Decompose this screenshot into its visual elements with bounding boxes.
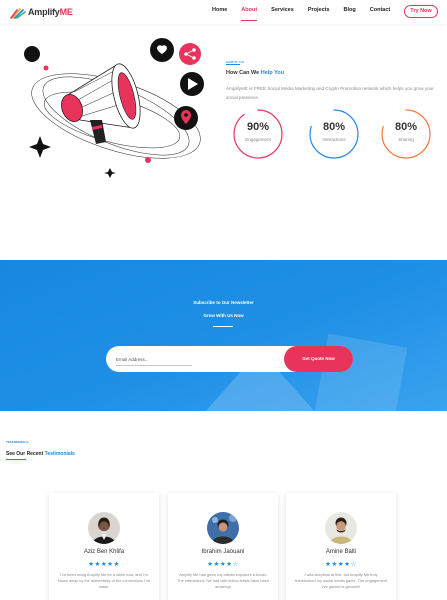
testimonial-name: Amine Balti xyxy=(325,549,357,555)
testimonial-text: Amplify Me has given my artistic exposur… xyxy=(176,572,269,589)
stat-label: Sharing xyxy=(398,137,414,142)
avatar xyxy=(325,512,357,544)
nav-link-about[interactable]: About xyxy=(241,7,257,21)
testimonial-card: Amine Balti ★★★★☆ I was skeptical at fir… xyxy=(286,493,396,600)
nav-link-services[interactable]: Services xyxy=(271,7,294,13)
nav-links: Home About Services Projects Blog Contac… xyxy=(212,7,404,21)
avatar xyxy=(88,512,120,544)
testimonial-card: Aziz Ben Khlifa ★★★★★ I've been using Am… xyxy=(49,493,159,600)
stat-sharing: 80% Sharing xyxy=(380,108,432,160)
testimonial-card: Ibrahim Jaouani ★★★★☆ Amplify Me has giv… xyxy=(168,493,278,600)
nav-link-home[interactable]: Home xyxy=(212,7,227,13)
stat-value: 80% xyxy=(394,121,418,133)
navbar: AmplifyME Home About Services Projects B… xyxy=(0,0,447,24)
testimonial-name: Ibrahim Jaouani xyxy=(201,549,245,555)
testimonial-text: I was skeptical at first, but Amplify Me… xyxy=(294,572,388,589)
stat-ring-interactions xyxy=(309,109,359,159)
get-quote-button[interactable]: Get Quote Now xyxy=(284,346,353,372)
about-tag-underline xyxy=(226,64,240,65)
stat-engagement: 90% Engagement xyxy=(232,108,284,160)
star-rating: ★★★★☆ xyxy=(325,561,357,568)
testimonials-tag: TESTIMONIALS xyxy=(6,440,29,444)
newsletter-form: Get Quote Now xyxy=(106,346,353,372)
stat-ring-engagement xyxy=(233,109,283,159)
testimonial-text: I've been using Amplify Me for a while n… xyxy=(57,572,151,589)
logo-text: AmplifyME xyxy=(28,7,73,17)
stat-label: Interactions xyxy=(322,137,346,142)
star-rating: ★★★★☆ xyxy=(207,561,239,568)
newsletter-underline xyxy=(213,326,233,327)
stat-label: Engagement xyxy=(245,137,271,142)
testimonials-underline xyxy=(6,459,26,460)
testimonial-name: Aziz Ben Khlifa xyxy=(83,549,125,555)
email-field-underline xyxy=(116,365,192,366)
try-now-button[interactable]: Try Now xyxy=(404,5,438,18)
testimonials-title: See Our Recent Testimonials xyxy=(6,451,75,457)
newsletter-subtitle: Grow With Us Now xyxy=(203,313,244,318)
stat-interactions: 80% Interactions xyxy=(308,108,360,160)
avatar xyxy=(207,512,239,544)
nav-link-projects[interactable]: Projects xyxy=(308,7,330,13)
email-field[interactable] xyxy=(116,353,286,365)
logo[interactable]: AmplifyME xyxy=(10,5,73,19)
megaphone-illustration xyxy=(16,36,212,188)
logo-mark-icon xyxy=(10,6,26,19)
nav-link-blog[interactable]: Blog xyxy=(344,7,356,13)
stat-value: 90% xyxy=(246,121,270,133)
stat-value: 80% xyxy=(322,121,346,133)
nav-link-contact[interactable]: Contact xyxy=(370,7,390,13)
stat-ring-sharing xyxy=(381,109,431,159)
newsletter-title: Subscribe to Our Newsletter xyxy=(193,300,254,305)
newsletter-section: Subscribe to Our Newsletter Grow With Us… xyxy=(0,260,447,411)
about-title: How Can We Help You xyxy=(226,70,285,76)
star-rating: ★★★★★ xyxy=(88,561,120,568)
about-description: AmplifyME is FREE Social Media Marketing… xyxy=(226,86,434,100)
